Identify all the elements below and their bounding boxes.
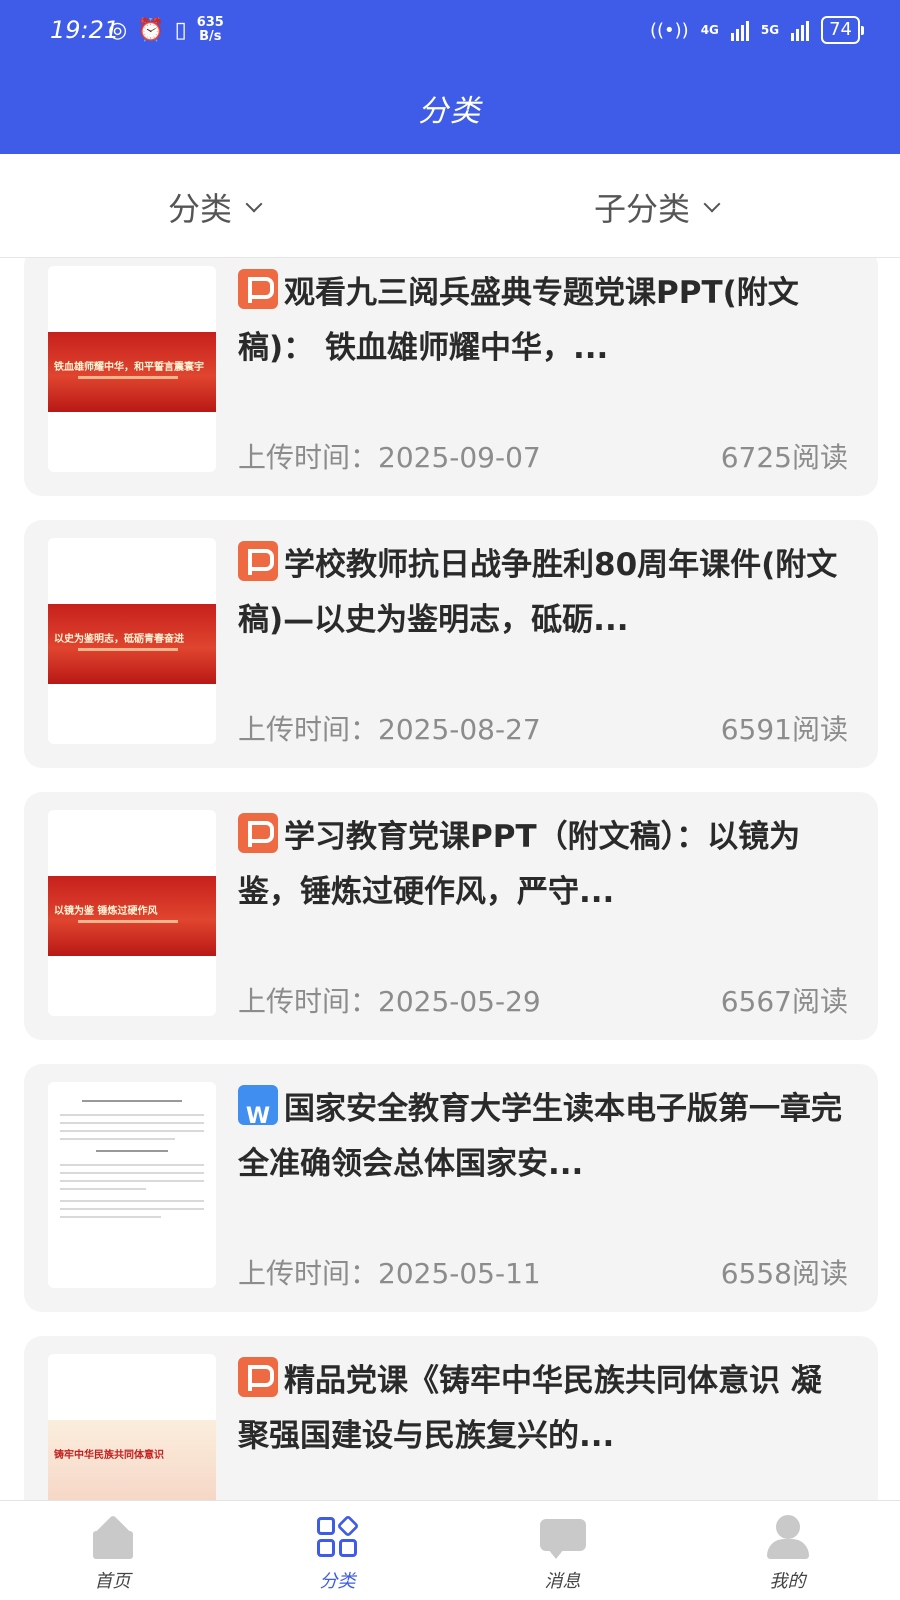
document-thumbnail bbox=[48, 1082, 216, 1288]
list-item[interactable]: 以史为鉴明志，砥砺青春奋进 学校教师抗日战争胜利80周年课件(附文稿)—以史为鉴… bbox=[24, 520, 878, 768]
list-item[interactable]: 以镜为鉴 锤炼过硬作风 学习教育党课PPT（附文稿）：以镜为鉴，锤炼过硬作风，严… bbox=[24, 792, 878, 1040]
page-title: 分类 bbox=[418, 94, 482, 129]
chevron-down-icon bbox=[703, 195, 721, 213]
status-icons-right: ((•)) 4G 5G 74 bbox=[649, 16, 864, 44]
nav-item-messages[interactable]: 消息 bbox=[450, 1501, 675, 1600]
nav-item-category[interactable]: 分类 bbox=[225, 1501, 450, 1600]
nav-item-home[interactable]: 首页 bbox=[0, 1501, 225, 1600]
ppt-file-icon bbox=[238, 541, 278, 581]
document-list: 铁血雄师耀中华，和平誓言震寰宇 观看九三阅兵盛典专题党课PPT(附文稿)： 铁血… bbox=[0, 258, 900, 1500]
battery-indicator: 74 bbox=[821, 16, 864, 44]
category-filter[interactable]: 分类 bbox=[168, 184, 263, 230]
ppt-file-icon bbox=[238, 813, 278, 853]
list-item[interactable]: W 国家安全教育大学生读本电子版第一章完全准确领会总体国家安... 上传时间：20… bbox=[24, 1064, 878, 1312]
document-title-text: 观看九三阅兵盛典专题党课PPT(附文稿)： 铁血雄师耀中华，... bbox=[238, 275, 799, 366]
document-thumbnail: 铁血雄师耀中华，和平誓言震寰宇 bbox=[48, 266, 216, 472]
grid-icon bbox=[313, 1514, 363, 1559]
signal-label-1: 4G bbox=[700, 23, 719, 37]
subcategory-filter-label: 子分类 bbox=[594, 190, 691, 228]
chevron-down-icon bbox=[245, 195, 263, 213]
document-page-preview bbox=[48, 1082, 216, 1288]
nav-item-profile[interactable]: 我的 bbox=[675, 1501, 900, 1600]
bottom-navigation: 首页 分类 消息 我的 bbox=[0, 1500, 900, 1600]
upload-time: 上传时间：2025-08-27 bbox=[238, 713, 541, 746]
signal-label-2: 5G bbox=[760, 23, 780, 37]
document-thumbnail: 以镜为鉴 锤炼过硬作风 bbox=[48, 810, 216, 1016]
ppt-file-icon bbox=[238, 269, 278, 309]
nav-label: 首页 bbox=[94, 1571, 131, 1592]
document-title-text: 学习教育党课PPT（附文稿）：以镜为鉴，锤炼过硬作风，严守... bbox=[238, 819, 801, 910]
thumbnail-text: 铁血雄师耀中华，和平誓言震寰宇 bbox=[54, 362, 204, 373]
hotspot-icon: ((•)) bbox=[649, 19, 689, 41]
status-icons-left: ◎ ⏰ ▯ 635 B/s bbox=[108, 16, 224, 44]
upload-time: 上传时间：2025-09-07 bbox=[238, 441, 541, 474]
net-speed: 635 B/s bbox=[197, 16, 224, 44]
document-title: 观看九三阅兵盛典专题党课PPT(附文稿)： 铁血雄师耀中华，... bbox=[238, 266, 848, 378]
list-item[interactable]: 铸牢中华民族共同体意识 精品党课《铸牢中华民族共同体意识 凝聚强国建设与民族复兴… bbox=[24, 1336, 878, 1500]
document-title-text: 学校教师抗日战争胜利80周年课件(附文稿)—以史为鉴明志，砥砺... bbox=[238, 547, 838, 638]
vibrate-icon: ▯ bbox=[174, 17, 187, 43]
nav-label: 分类 bbox=[319, 1571, 356, 1592]
subcategory-filter[interactable]: 子分类 bbox=[594, 184, 721, 230]
read-count: 6558阅读 bbox=[720, 1257, 848, 1290]
alarm-icon: ⏰ bbox=[137, 17, 165, 43]
nav-label: 我的 bbox=[769, 1571, 806, 1592]
word-file-icon: W bbox=[238, 1085, 278, 1129]
net-speed-unit: B/s bbox=[199, 29, 222, 44]
upload-time: 上传时间：2025-05-29 bbox=[238, 985, 541, 1018]
read-count: 6567阅读 bbox=[720, 985, 848, 1018]
list-item[interactable]: 铁血雄师耀中华，和平誓言震寰宇 观看九三阅兵盛典专题党课PPT(附文稿)： 铁血… bbox=[24, 258, 878, 496]
document-title: 学校教师抗日战争胜利80周年课件(附文稿)—以史为鉴明志，砥砺... bbox=[238, 538, 848, 650]
document-title: 学习教育党课PPT（附文稿）：以镜为鉴，锤炼过硬作风，严守... bbox=[238, 810, 848, 922]
document-thumbnail: 以史为鉴明志，砥砺青春奋进 bbox=[48, 538, 216, 744]
thumbnail-text: 以镜为鉴 锤炼过硬作风 bbox=[54, 906, 158, 917]
thumbnail-text: 以史为鉴明志，砥砺青春奋进 bbox=[54, 634, 184, 645]
top-bar: 19:21 ◎ ⏰ ▯ 635 B/s ((•)) 4G 5G 74 分类 bbox=[0, 0, 900, 154]
signal-bars-icon bbox=[730, 19, 749, 41]
nav-label: 消息 bbox=[544, 1571, 581, 1592]
signal-bars-icon bbox=[791, 19, 810, 41]
category-filter-label: 分类 bbox=[168, 190, 233, 228]
status-bar: 19:21 ◎ ⏰ ▯ 635 B/s ((•)) 4G 5G 74 bbox=[0, 0, 900, 62]
user-icon bbox=[763, 1515, 813, 1559]
thumbnail-text: 铸牢中华民族共同体意识 bbox=[54, 1450, 164, 1461]
ppt-file-icon bbox=[238, 1357, 278, 1397]
document-title: W 国家安全教育大学生读本电子版第一章完全准确领会总体国家安... bbox=[238, 1082, 848, 1194]
upload-time: 上传时间：2025-05-11 bbox=[238, 1257, 541, 1290]
document-title: 精品党课《铸牢中华民族共同体意识 凝聚强国建设与民族复兴的... bbox=[238, 1354, 848, 1466]
home-icon bbox=[88, 1515, 138, 1559]
document-title-text: 精品党课《铸牢中华民族共同体意识 凝聚强国建设与民族复兴的... bbox=[238, 1363, 822, 1454]
wechat-icon: ◎ bbox=[108, 17, 128, 43]
filter-bar: 分类 子分类 bbox=[0, 154, 900, 258]
document-title-text: 国家安全教育大学生读本电子版第一章完全准确领会总体国家安... bbox=[238, 1091, 842, 1182]
message-icon bbox=[538, 1515, 588, 1559]
read-count: 6591阅读 bbox=[720, 713, 848, 746]
net-speed-value: 635 bbox=[196, 15, 224, 30]
document-thumbnail: 铸牢中华民族共同体意识 bbox=[48, 1354, 216, 1500]
read-count: 6725阅读 bbox=[720, 441, 848, 474]
